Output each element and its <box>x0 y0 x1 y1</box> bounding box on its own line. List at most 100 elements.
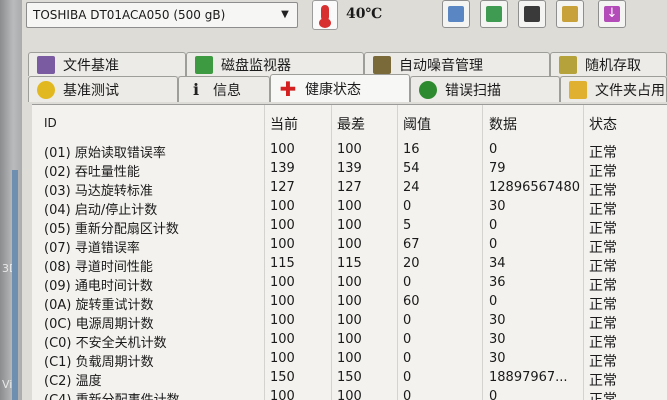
table-row[interactable]: (0C) 电源周期计数 100 100 0 30 正常 <box>32 312 667 332</box>
attr-threshold: 20 <box>403 256 420 271</box>
table-row[interactable]: (07) 寻道错误率 100 100 67 0 正常 <box>32 236 667 256</box>
table-row[interactable]: (0A) 旋转重试计数 100 100 60 0 正常 <box>32 293 667 313</box>
options-button[interactable] <box>556 0 584 28</box>
chevron-down-icon[interactable]: ▼ <box>276 6 294 24</box>
table-row[interactable]: (05) 重新分配扇区计数 100 100 5 0 正常 <box>32 217 667 237</box>
attr-status: 正常 <box>589 278 617 294</box>
attr-worst: 100 <box>337 313 362 328</box>
attr-threshold: 0 <box>403 332 412 347</box>
attr-name: (04) 启动/停止计数 <box>44 203 158 218</box>
header-worst[interactable]: 最差 <box>337 114 365 134</box>
tab-disk-monitor[interactable]: 磁盘监视器 <box>186 52 364 76</box>
tab-label: 文件夹占用 <box>595 82 665 99</box>
tab-noise-management[interactable]: 自动噪音管理 <box>364 52 550 76</box>
table-row[interactable]: (C0) 不安全关机计数 100 100 0 30 正常 <box>32 331 667 351</box>
temperature-value: 40℃ <box>346 6 383 22</box>
attr-raw-data: 0 <box>489 218 498 233</box>
table-header: ID 当前 最差 阈值 数据 状态 <box>32 105 667 141</box>
header-data[interactable]: 数据 <box>489 114 517 134</box>
attr-raw-data: 18897967... <box>489 370 568 385</box>
frame-glyph: Vi <box>2 378 13 391</box>
table-row[interactable]: (01) 原始读取错误率 100 100 16 0 正常 <box>32 141 667 161</box>
table-row[interactable]: (C1) 负载周期计数 100 100 0 30 正常 <box>32 350 667 370</box>
file-benchmark-icon <box>37 55 55 74</box>
attr-threshold: 0 <box>403 389 412 400</box>
random-access-icon <box>559 55 577 74</box>
tab-error-scan[interactable]: 错误扫描 <box>410 76 560 102</box>
attr-name: (0A) 旋转重试计数 <box>44 298 154 313</box>
table-row[interactable]: (08) 寻道时间性能 115 115 20 34 正常 <box>32 255 667 275</box>
header-current[interactable]: 当前 <box>270 114 298 134</box>
attr-current: 100 <box>270 199 295 214</box>
attr-name: (09) 通电时间计数 <box>44 279 153 294</box>
attr-threshold: 60 <box>403 294 420 309</box>
attr-status: 正常 <box>589 373 617 389</box>
attr-status: 正常 <box>589 297 617 313</box>
tab-label: 信息 <box>213 82 241 99</box>
copy-text-button[interactable] <box>480 0 508 28</box>
attr-threshold: 5 <box>403 218 412 233</box>
copy-info-icon <box>448 6 464 22</box>
screenshot-button[interactable] <box>518 0 546 28</box>
attr-current: 100 <box>270 294 295 309</box>
tab-random-access[interactable]: 随机存取 <box>550 52 667 76</box>
attr-status: 正常 <box>589 164 617 180</box>
smart-attributes-table[interactable]: ID 当前 最差 阈值 数据 状态 (01) 原始读取错误率 100 100 16 0 正… <box>32 104 667 400</box>
attr-raw-data: 0 <box>489 294 498 309</box>
attr-threshold: 0 <box>403 275 412 290</box>
attr-worst: 100 <box>337 389 362 400</box>
header-threshold[interactable]: 阈值 <box>403 114 431 134</box>
toolbar: TOSHIBA DT01ACA050 (500 gB) ▼ 40℃ ↓ <box>22 0 667 44</box>
camera-icon <box>524 6 540 22</box>
attr-raw-data: 0 <box>489 237 498 252</box>
attr-threshold: 16 <box>403 142 420 157</box>
table-row[interactable]: (02) 吞吐量性能 139 139 54 79 正常 <box>32 160 667 180</box>
table-row[interactable]: (04) 启动/停止计数 100 100 0 30 正常 <box>32 198 667 218</box>
attr-current: 100 <box>270 313 295 328</box>
attr-worst: 100 <box>337 218 362 233</box>
tab-label: 磁盘监视器 <box>221 57 291 74</box>
exit-button[interactable]: ↓ <box>598 0 626 28</box>
attr-status: 正常 <box>589 354 617 370</box>
attr-worst: 100 <box>337 332 362 347</box>
table-row[interactable]: (03) 马达旋转标准 127 127 24 12896567480 正常 <box>32 179 667 199</box>
attr-status: 正常 <box>589 316 617 332</box>
attr-raw-data: 30 <box>489 332 506 347</box>
attr-current: 100 <box>270 237 295 252</box>
attr-name: (C2) 温度 <box>44 374 102 389</box>
info-icon: i <box>192 79 200 99</box>
drive-select[interactable]: TOSHIBA DT01ACA050 (500 gB) ▼ <box>26 2 298 28</box>
attr-raw-data: 0 <box>489 142 498 157</box>
tab-file-benchmark[interactable]: 文件基准 <box>28 52 186 76</box>
tab-benchmark[interactable]: 基准测试 <box>28 76 178 102</box>
attr-name: (C1) 负载周期计数 <box>44 355 154 370</box>
attr-threshold: 0 <box>403 313 412 328</box>
exit-arrow-icon: ↓ <box>604 6 620 22</box>
tab-folder-usage[interactable]: 文件夹占用 <box>560 76 667 102</box>
header-status[interactable]: 状态 <box>589 114 617 134</box>
attr-status: 正常 <box>589 240 617 256</box>
attr-threshold: 24 <box>403 180 420 195</box>
table-row[interactable]: (09) 通电时间计数 100 100 0 36 正常 <box>32 274 667 294</box>
table-row[interactable]: (C2) 温度 150 150 0 18897967... 正常 <box>32 369 667 389</box>
header-id[interactable]: ID <box>44 116 264 130</box>
attr-raw-data: 79 <box>489 161 506 176</box>
attr-worst: 100 <box>337 237 362 252</box>
tab-info[interactable]: i 信息 <box>178 76 270 102</box>
tab-label: 文件基准 <box>63 57 119 74</box>
tab-health-status[interactable]: ✚ 健康状态 <box>270 74 410 102</box>
copy-text-icon <box>486 6 502 22</box>
attr-current: 127 <box>270 180 295 195</box>
tab-label: 错误扫描 <box>445 82 501 99</box>
attr-current: 115 <box>270 256 295 271</box>
frame-scroll-strip <box>12 170 18 400</box>
attr-current: 100 <box>270 332 295 347</box>
red-cross-icon: ✚ <box>279 76 297 101</box>
copy-info-button[interactable] <box>442 0 470 28</box>
disk-monitor-icon <box>195 55 213 74</box>
attr-current: 100 <box>270 389 295 400</box>
attr-raw-data: 30 <box>489 351 506 366</box>
table-row[interactable]: (C4) 重新分配事件计数 100 100 0 0 正常 <box>32 388 667 400</box>
attr-name: (01) 原始读取错误率 <box>44 146 166 161</box>
attr-name: (C4) 重新分配事件计数 <box>44 389 264 400</box>
